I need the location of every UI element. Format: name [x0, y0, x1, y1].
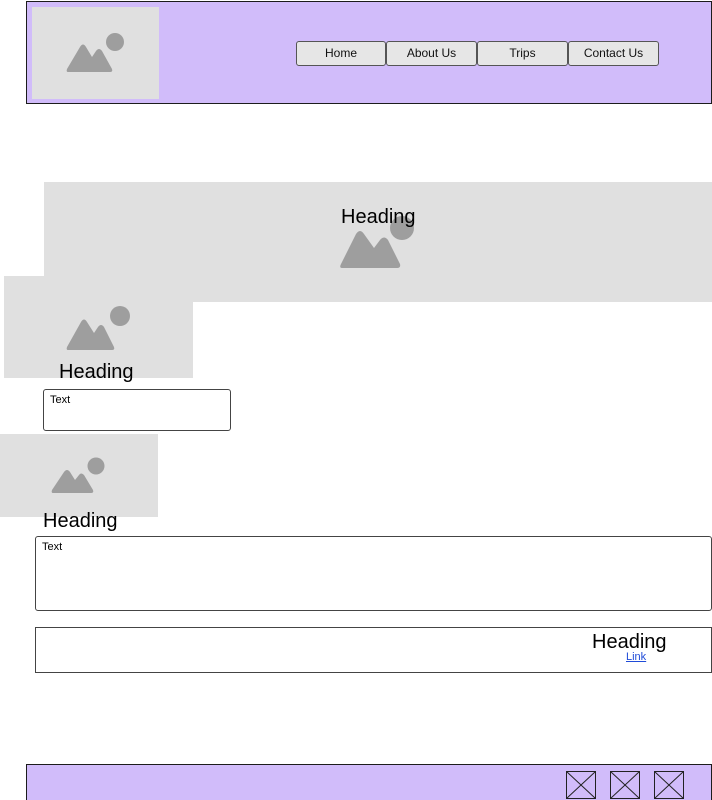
x-box-icon[interactable] [654, 771, 684, 799]
site-footer [26, 764, 712, 800]
section-two-text-box: Text [35, 536, 712, 611]
site-header: Home About Us Trips Contact Us [26, 1, 712, 104]
section-two-image [0, 434, 158, 517]
nav-trips-button[interactable]: Trips [477, 41, 568, 66]
section-one-text: Text [50, 394, 71, 406]
nav-home-button[interactable]: Home [296, 41, 386, 66]
section-two-text: Text [42, 541, 63, 553]
image-placeholder-icon [51, 457, 105, 493]
x-box-icon[interactable] [610, 771, 640, 799]
callout-link[interactable]: Link [626, 651, 646, 663]
section-one-text-box: Text [43, 389, 231, 431]
nav-contact-us-button[interactable]: Contact Us [568, 41, 659, 66]
hero-heading: Heading [341, 206, 416, 228]
image-placeholder-icon [66, 33, 124, 72]
logo-image[interactable] [32, 7, 159, 99]
nav-about-us-button[interactable]: About Us [386, 41, 477, 66]
section-two-heading: Heading [43, 510, 118, 532]
x-box-icon[interactable] [566, 771, 596, 799]
section-one-heading: Heading [59, 361, 134, 383]
